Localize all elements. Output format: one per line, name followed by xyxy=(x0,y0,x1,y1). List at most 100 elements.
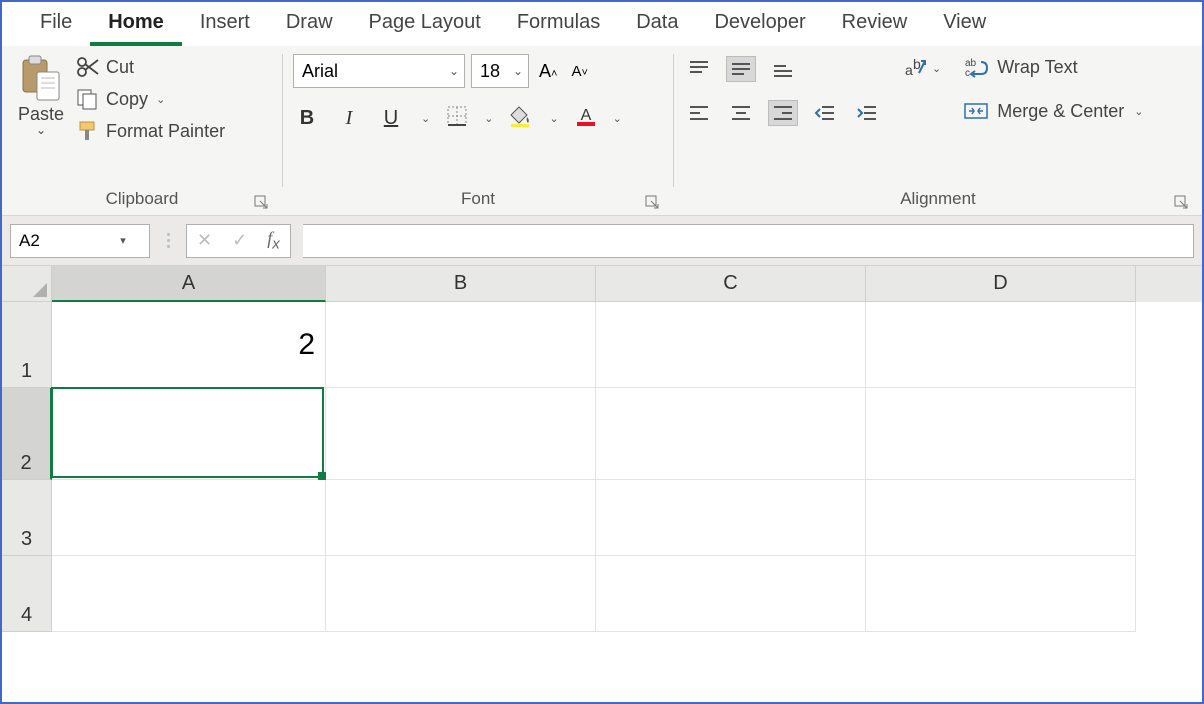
orientation-dropdown[interactable]: ⌄ xyxy=(930,56,943,75)
merge-center-dropdown[interactable]: ⌄ xyxy=(1132,105,1145,118)
font-group-label: Font xyxy=(293,189,663,209)
underline-button[interactable]: U xyxy=(377,104,405,132)
cell-D4[interactable] xyxy=(866,556,1136,632)
cell-C1[interactable] xyxy=(596,302,866,388)
font-color-button[interactable]: A xyxy=(575,105,597,132)
fill-color-button[interactable] xyxy=(509,105,533,132)
row-header-4[interactable]: 4 xyxy=(2,556,52,632)
cancel-formula-button[interactable]: ✕ xyxy=(197,230,212,251)
format-painter-icon xyxy=(76,120,100,142)
cut-label: Cut xyxy=(106,57,134,78)
tab-view[interactable]: View xyxy=(925,3,1004,46)
formula-input[interactable] xyxy=(303,224,1194,258)
cell-B3[interactable] xyxy=(326,480,596,556)
paste-icon xyxy=(19,54,63,102)
wrap-text-button[interactable]: abc Wrap Text xyxy=(963,56,1145,78)
font-size-dropdown[interactable]: ⌄ xyxy=(508,64,528,78)
column-header-A[interactable]: A xyxy=(52,266,326,302)
font-dialog-launcher[interactable] xyxy=(645,195,661,211)
copy-button[interactable]: Copy ⌄ xyxy=(76,88,225,110)
cell-A4[interactable] xyxy=(52,556,326,632)
font-name-input[interactable] xyxy=(294,55,444,87)
tab-home[interactable]: Home xyxy=(90,3,182,46)
name-box-input[interactable] xyxy=(11,225,111,257)
underline-dropdown[interactable]: ⌄ xyxy=(419,112,432,125)
scissors-icon xyxy=(76,56,100,78)
enter-formula-button[interactable]: ✓ xyxy=(232,230,247,251)
name-box[interactable]: ▾ xyxy=(10,224,150,258)
font-size-combo[interactable]: ⌄ xyxy=(471,54,529,88)
cut-button[interactable]: Cut xyxy=(76,56,225,78)
merge-center-button[interactable]: Merge & Center ⌄ xyxy=(963,100,1145,122)
format-painter-button[interactable]: Format Painter xyxy=(76,120,225,142)
group-clipboard: Paste ⌄ Cut Copy ⌄ xyxy=(2,46,282,215)
cell-C3[interactable] xyxy=(596,480,866,556)
font-name-dropdown[interactable]: ⌄ xyxy=(444,64,464,78)
alignment-dialog-launcher[interactable] xyxy=(1174,195,1190,211)
borders-button[interactable] xyxy=(446,105,468,132)
tab-insert[interactable]: Insert xyxy=(182,3,268,46)
align-bottom-button[interactable] xyxy=(768,56,798,82)
cells-area: 2 xyxy=(52,302,1136,632)
tab-page-layout[interactable]: Page Layout xyxy=(351,3,499,46)
row-headers: 1234 xyxy=(2,302,52,632)
bold-button[interactable]: B xyxy=(293,104,321,132)
select-all-corner[interactable] xyxy=(2,266,52,302)
insert-function-button[interactable]: fx xyxy=(267,228,280,253)
cell-C4[interactable] xyxy=(596,556,866,632)
cell-A2[interactable] xyxy=(52,388,326,480)
italic-button[interactable]: I xyxy=(335,104,363,132)
cell-D3[interactable] xyxy=(866,480,1136,556)
borders-dropdown[interactable]: ⌄ xyxy=(482,112,495,125)
font-color-icon: A xyxy=(575,105,597,127)
ribbon-tabs: FileHomeInsertDrawPage LayoutFormulasDat… xyxy=(2,2,1202,46)
align-center-button[interactable] xyxy=(726,100,756,126)
font-name-combo[interactable]: ⌄ xyxy=(293,54,465,88)
row-header-2[interactable]: 2 xyxy=(2,388,52,480)
cell-D2[interactable] xyxy=(866,388,1136,480)
copy-dropdown[interactable]: ⌄ xyxy=(154,93,167,106)
font-color-dropdown[interactable]: ⌄ xyxy=(611,112,624,125)
cell-C2[interactable] xyxy=(596,388,866,480)
tab-draw[interactable]: Draw xyxy=(268,3,351,46)
cell-D1[interactable] xyxy=(866,302,1136,388)
align-left-button[interactable] xyxy=(684,100,714,126)
tab-formulas[interactable]: Formulas xyxy=(499,3,618,46)
font-size-input[interactable] xyxy=(472,55,508,87)
cell-B4[interactable] xyxy=(326,556,596,632)
orientation-button[interactable]: ab xyxy=(900,56,930,82)
cell-A3[interactable] xyxy=(52,480,326,556)
decrease-font-size-button[interactable]: A˅ xyxy=(567,63,591,80)
alignment-group-label: Alignment xyxy=(684,189,1192,209)
increase-font-size-button[interactable]: A˄ xyxy=(535,61,561,82)
merge-center-icon xyxy=(963,100,989,122)
align-top-button[interactable] xyxy=(684,56,714,82)
align-right-button[interactable] xyxy=(768,100,798,126)
paste-dropdown[interactable]: ⌄ xyxy=(36,123,46,137)
copy-label: Copy xyxy=(106,89,148,110)
fill-color-icon xyxy=(509,105,533,127)
copy-icon xyxy=(76,88,100,110)
cell-B2[interactable] xyxy=(326,388,596,480)
cell-B1[interactable] xyxy=(326,302,596,388)
tab-developer[interactable]: Developer xyxy=(696,3,823,46)
decrease-indent-button[interactable] xyxy=(810,100,840,126)
column-header-C[interactable]: C xyxy=(596,266,866,302)
formula-bar-grip[interactable] xyxy=(162,233,174,248)
ribbon: Paste ⌄ Cut Copy ⌄ xyxy=(2,46,1202,216)
increase-indent-button[interactable] xyxy=(852,100,882,126)
clipboard-dialog-launcher[interactable] xyxy=(254,195,270,211)
align-middle-button[interactable] xyxy=(726,56,756,82)
tab-data[interactable]: Data xyxy=(618,3,696,46)
wrap-text-label: Wrap Text xyxy=(997,57,1077,78)
cell-A1[interactable]: 2 xyxy=(52,302,326,388)
paste-button[interactable]: Paste ⌄ xyxy=(12,50,70,141)
column-header-B[interactable]: B xyxy=(326,266,596,302)
row-header-1[interactable]: 1 xyxy=(2,302,52,388)
row-header-3[interactable]: 3 xyxy=(2,480,52,556)
tab-review[interactable]: Review xyxy=(824,3,926,46)
tab-file[interactable]: File xyxy=(22,3,90,46)
name-box-dropdown[interactable]: ▾ xyxy=(111,234,135,247)
fill-color-dropdown[interactable]: ⌄ xyxy=(547,112,560,125)
column-header-D[interactable]: D xyxy=(866,266,1136,302)
